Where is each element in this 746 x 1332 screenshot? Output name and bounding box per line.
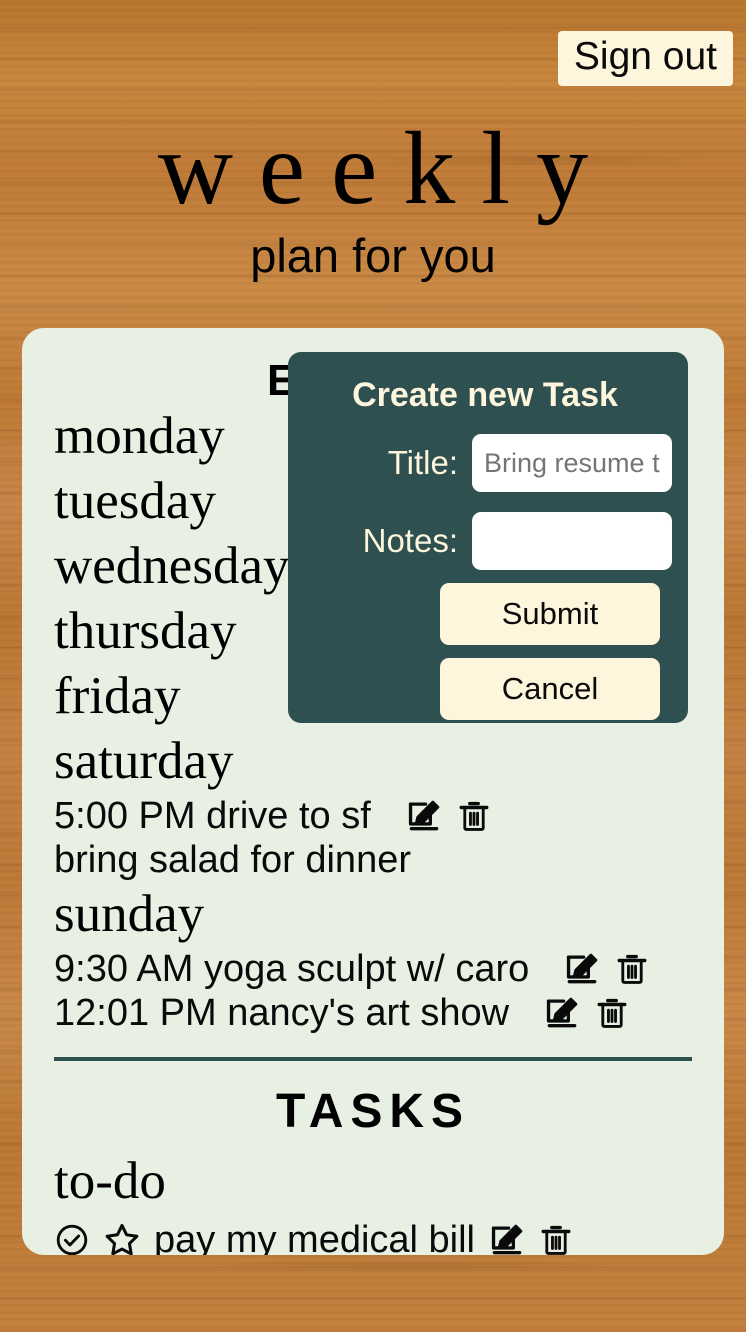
task-text: pay my medical bill <box>154 1218 475 1255</box>
page-subtitle: plan for you <box>250 229 496 282</box>
event-text: 5:00 PM drive to sf <box>54 795 371 838</box>
day-label-saturday: saturday <box>54 732 234 791</box>
edit-icon[interactable] <box>543 994 581 1032</box>
task-group-label: to-do <box>54 1151 166 1210</box>
trash-icon[interactable] <box>595 994 629 1032</box>
edit-icon[interactable] <box>563 950 601 988</box>
notes-field-row: Notes: <box>304 512 672 571</box>
tasks-heading: TASKS <box>275 1085 471 1139</box>
title-field-row: Title: <box>304 434 672 493</box>
submit-button[interactable]: Submit <box>440 583 660 646</box>
section-divider <box>54 1057 692 1062</box>
trash-icon[interactable] <box>457 797 491 835</box>
event-row: 5:00 PM drive to sf <box>54 794 692 838</box>
cancel-button[interactable]: Cancel <box>440 658 660 721</box>
notes-field-label: Notes: <box>362 522 458 560</box>
event-text: 9:30 AM yoga sculpt w/ caro <box>54 948 530 991</box>
title-field-label: Title: <box>387 444 458 482</box>
event-row: 9:30 AM yoga sculpt w/ caro <box>54 947 692 991</box>
trash-icon[interactable] <box>615 950 649 988</box>
edit-icon[interactable] <box>488 1221 526 1255</box>
task-row: pay my medical bill <box>54 1218 692 1255</box>
event-text: 12:01 PM nancy's art show <box>54 992 510 1035</box>
notes-input[interactable] <box>472 512 672 571</box>
star-icon[interactable] <box>103 1221 141 1255</box>
trash-icon[interactable] <box>539 1221 573 1255</box>
check-circle-icon[interactable] <box>54 1222 90 1255</box>
page-title: weekly <box>157 111 615 226</box>
create-task-modal: Create new Task Title: Notes: Submit Can… <box>288 352 688 723</box>
sign-out-button[interactable]: Sign out <box>557 31 733 86</box>
event-note: bring salad for dinner <box>54 839 411 882</box>
edit-icon[interactable] <box>405 797 443 835</box>
title-input[interactable] <box>472 434 672 493</box>
day-label-sunday: sunday <box>54 885 205 944</box>
event-row: 12:01 PM nancy's art show <box>54 991 692 1035</box>
modal-title: Create new Task <box>352 376 618 414</box>
